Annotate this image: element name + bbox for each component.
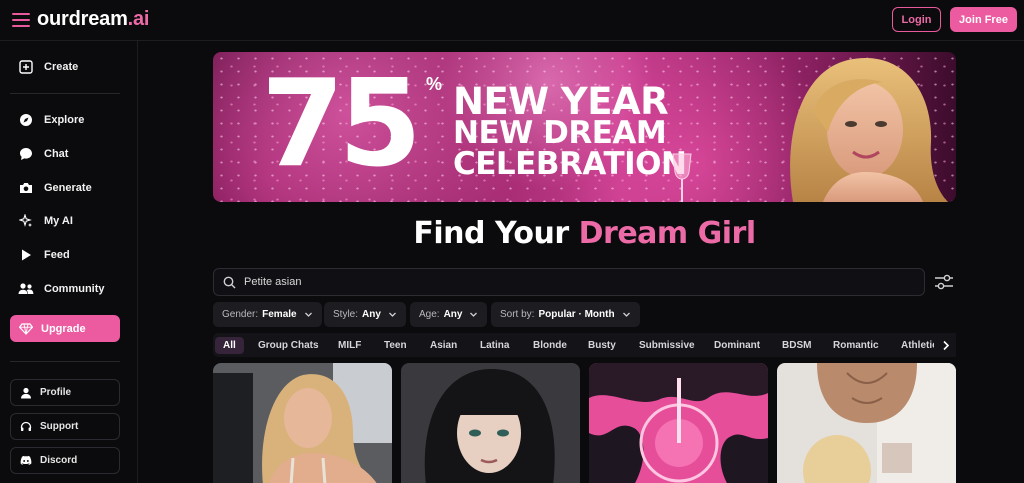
login-button[interactable]: Login [892, 7, 941, 32]
sidebar-divider [10, 93, 120, 94]
chevron-down-icon [388, 310, 397, 319]
chevron-down-icon [304, 310, 313, 319]
filter-sliders-icon[interactable] [934, 273, 954, 291]
promo-banner[interactable]: 75 % NEW YEAR NEW DREAM CELEBRATION [213, 52, 956, 202]
banner-discount: 75 [261, 55, 422, 194]
chip-bdsm[interactable]: BDSM [782, 337, 811, 354]
chevron-down-icon [622, 310, 631, 319]
dropdown-label: Sort by: [500, 309, 535, 320]
chip-athletic[interactable]: Athletic [901, 337, 938, 354]
sidebar-item-community[interactable]: Community [10, 275, 128, 303]
gender-dropdown[interactable]: Gender: Female [213, 302, 322, 327]
chevron-down-icon [469, 310, 478, 319]
chip-busty[interactable]: Busty [588, 337, 616, 354]
sparkles-icon [18, 213, 34, 229]
sidebar-item-label: My AI [44, 215, 73, 227]
top-bar: ourdream.ai Login Join Free [0, 0, 1024, 41]
character-card[interactable] [213, 363, 392, 483]
chip-latina[interactable]: Latina [480, 337, 509, 354]
sidebar-item-label: Chat [44, 148, 69, 160]
chip-group-chats[interactable]: Group Chats [258, 337, 319, 354]
sidebar-item-label: Create [44, 61, 79, 73]
sidebar-item-label: Explore [44, 114, 85, 126]
upgrade-button[interactable]: Upgrade [10, 315, 120, 342]
headset-icon [20, 421, 32, 433]
dropdown-label: Style: [333, 309, 359, 320]
brand-suffix: .ai [127, 8, 150, 30]
chip-dominant[interactable]: Dominant [714, 337, 760, 354]
chat-bubble-icon [18, 146, 34, 162]
chip-teen[interactable]: Teen [384, 337, 407, 354]
category-chips: All Group Chats MILF Teen Asian Latina B… [213, 333, 956, 357]
banner-line-3: CELEBRATION [453, 146, 687, 182]
brand-logo[interactable]: ourdream.ai [37, 8, 149, 31]
chip-all[interactable]: All [215, 337, 244, 354]
sidebar: Create Explore Chat Generate My AI Feed [0, 41, 138, 483]
sidebar-item-label: Feed [44, 249, 70, 261]
page-title: Find Your Dream Girl [213, 216, 956, 251]
sidebar-divider [10, 361, 120, 362]
sidebar-item-label: Community [44, 283, 105, 295]
chip-blonde[interactable]: Blonde [533, 337, 567, 354]
discord-label: Discord [40, 455, 78, 466]
dropdown-value: Any [443, 309, 463, 320]
discord-button[interactable]: Discord [10, 447, 120, 474]
plus-square-icon [18, 59, 34, 75]
chip-submissive[interactable]: Submissive [639, 337, 695, 354]
title-part-1: Find Your [413, 216, 579, 251]
diamond-icon [19, 322, 33, 336]
search-icon [223, 276, 236, 289]
support-label: Support [40, 421, 79, 432]
hamburger-menu-icon[interactable] [12, 11, 30, 29]
banner-model-image [790, 58, 948, 202]
upgrade-label: Upgrade [41, 322, 86, 335]
character-card[interactable] [589, 363, 768, 483]
sidebar-item-my-ai[interactable]: My AI [10, 207, 128, 235]
dropdown-value: Popular · Month [538, 309, 615, 320]
brand-name: ourdream [37, 8, 128, 30]
compass-icon [18, 112, 34, 128]
sidebar-item-create[interactable]: Create [10, 53, 128, 81]
chevron-right-icon [942, 340, 949, 350]
dropdown-value: Female [262, 309, 297, 320]
profile-button[interactable]: Profile [10, 379, 120, 406]
users-icon [18, 281, 34, 297]
sort-dropdown[interactable]: Sort by: Popular · Month [491, 302, 640, 327]
chips-next-button[interactable] [934, 333, 956, 357]
sidebar-item-generate[interactable]: Generate [10, 174, 128, 202]
banner-percent: % [426, 74, 443, 94]
age-dropdown[interactable]: Age: Any [410, 302, 488, 327]
support-button[interactable]: Support [10, 413, 120, 440]
sidebar-item-explore[interactable]: Explore [10, 106, 128, 134]
chip-asian[interactable]: Asian [430, 337, 457, 354]
sidebar-item-chat[interactable]: Chat [10, 140, 128, 168]
sidebar-item-feed[interactable]: Feed [10, 241, 128, 269]
champagne-glass-image [672, 153, 692, 202]
discord-icon [20, 455, 32, 467]
dropdown-label: Gender: [222, 309, 259, 320]
profile-label: Profile [40, 387, 72, 398]
title-part-2: Dream Girl [578, 216, 756, 251]
search-bar[interactable] [213, 268, 925, 296]
camera-icon [18, 180, 34, 196]
search-input[interactable] [244, 276, 844, 288]
chip-romantic[interactable]: Romantic [833, 337, 879, 354]
play-icon [18, 247, 34, 263]
user-icon [20, 387, 32, 399]
chip-milf[interactable]: MILF [338, 337, 361, 354]
dropdown-value: Any [362, 309, 381, 320]
character-card[interactable] [401, 363, 580, 483]
sidebar-item-label: Generate [44, 182, 92, 194]
join-free-button[interactable]: Join Free [950, 7, 1017, 32]
character-card[interactable] [777, 363, 956, 483]
style-dropdown[interactable]: Style: Any [324, 302, 406, 327]
dropdown-label: Age: [419, 309, 440, 320]
